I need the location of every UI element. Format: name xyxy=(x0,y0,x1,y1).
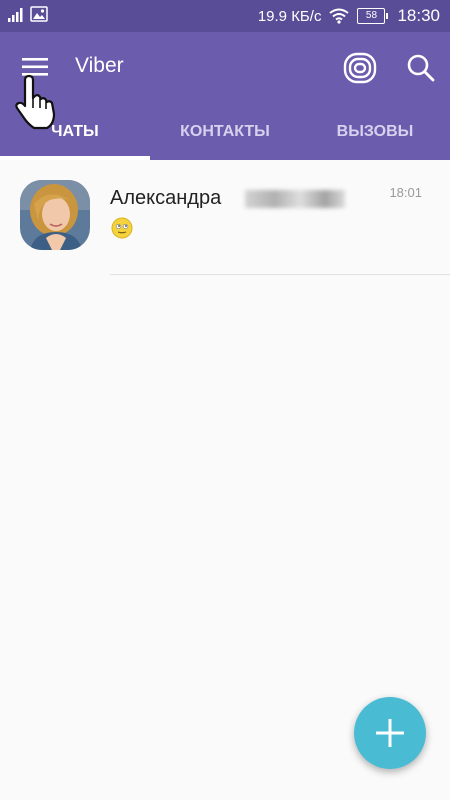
chat-time: 18:01 xyxy=(389,185,422,200)
chat-list-item[interactable]: Александра 18:01 xyxy=(0,160,450,275)
plus-icon xyxy=(376,719,404,747)
status-bar-right: 19.9 КБ/с 58 18:30 xyxy=(258,0,440,32)
chat-contact-name: Александра xyxy=(110,187,222,209)
search-icon[interactable] xyxy=(404,51,438,85)
tab-calls[interactable]: ВЫЗОВЫ xyxy=(300,104,450,160)
tab-bar: ЧАТЫ КОНТАКТЫ ВЫЗОВЫ xyxy=(0,104,450,160)
signal-icon xyxy=(8,8,23,22)
image-notification-icon xyxy=(30,6,48,22)
app-title: Viber xyxy=(75,54,124,77)
tab-contacts[interactable]: КОНТАКТЫ xyxy=(150,104,300,160)
new-chat-button[interactable] xyxy=(354,697,426,769)
smiley-emoji-icon xyxy=(111,217,133,239)
avatar xyxy=(20,180,90,250)
battery-icon: 58 xyxy=(357,8,389,24)
network-speed: 19.9 КБ/с xyxy=(257,7,322,25)
hand-cursor-icon xyxy=(15,74,56,130)
status-bar: 19.9 КБ/с 58 18:30 xyxy=(0,0,450,32)
app-bar: Viber xyxy=(0,32,450,104)
wifi-icon xyxy=(329,8,350,24)
status-time: 18:30 xyxy=(397,6,440,25)
avatar-photo xyxy=(20,180,90,250)
blurred-surname xyxy=(245,190,345,208)
status-bar-left xyxy=(8,6,48,22)
viber-out-icon[interactable] xyxy=(343,51,377,85)
viber-screen: 19.9 КБ/с 58 18:30 Viber ЧАТЫ КОНТАКТЫ В… xyxy=(0,0,450,800)
chat-divider xyxy=(110,274,450,275)
